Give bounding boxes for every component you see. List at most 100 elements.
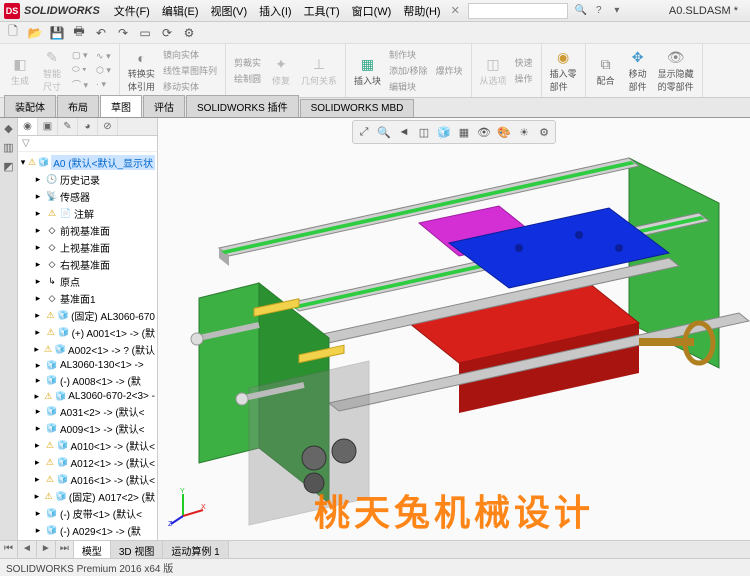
ribbon-insert-block[interactable]: ▦插入块 xyxy=(352,46,383,95)
tab-layout[interactable]: 布局 xyxy=(57,95,99,117)
tree-item[interactable]: ▸◇上视基准面 xyxy=(18,239,157,256)
bottom-tab-motion[interactable]: 运动算例 1 xyxy=(163,541,228,558)
ribbon-move-part[interactable]: ✥移动 部件 xyxy=(624,46,652,95)
menu-pin-icon[interactable]: ✕ xyxy=(451,4,460,17)
tab-sw-addins[interactable]: SOLIDWORKS 插件 xyxy=(186,95,299,117)
section-icon[interactable]: ◫ xyxy=(415,123,433,141)
tree-item[interactable]: ▸📡传感器 xyxy=(18,188,157,205)
redo-icon[interactable]: ↷ xyxy=(114,24,132,42)
tree-tab-strip: ◉ ▣ ✎ ◕ ⊘ xyxy=(18,118,157,136)
ribbon-make-block[interactable]: 制作块 xyxy=(387,47,430,62)
tree-item[interactable]: ▸⚠🧊AL3060-670-2<3> - xyxy=(18,389,157,403)
zoom-fit-icon[interactable]: ⤢ xyxy=(355,123,373,141)
tree-item[interactable]: ▸⚠🧊A016<1> -> (默认< xyxy=(18,471,157,488)
search-icon[interactable]: 🔍 xyxy=(574,4,588,18)
task-pane-strip: ◆ ▥ ◩ xyxy=(0,118,18,556)
zoom-area-icon[interactable]: 🔍 xyxy=(375,123,393,141)
ribbon-move: 移动实体 xyxy=(161,79,219,94)
tree-item[interactable]: ▸⚠🧊(固定) AL3060-670 xyxy=(18,307,157,324)
tree-item[interactable]: ▸🧊(-) A029<1> -> (默 xyxy=(18,522,157,539)
tree-tab-display-icon[interactable]: ◕ xyxy=(78,118,98,135)
tree-item[interactable]: ▸🧊A009<1> -> (默认< xyxy=(18,420,157,437)
new-icon[interactable]: 🗋 xyxy=(4,24,22,42)
open-icon[interactable]: 📂 xyxy=(26,24,44,42)
tree-item[interactable]: ▸⚠🧊A002<1> -> ? (默认 xyxy=(18,341,157,358)
ribbon-insert-part[interactable]: ◉插入零 部件 xyxy=(548,46,579,95)
bottom-tab-3dview[interactable]: 3D 视图 xyxy=(111,541,164,558)
print-icon[interactable]: 🖶 xyxy=(70,24,88,42)
tree-tab-property-icon[interactable]: ▣ xyxy=(38,118,58,135)
ribbon-mirror: 镜向实体 xyxy=(161,47,219,62)
tab-nav-prev-icon[interactable]: ◄ xyxy=(18,541,37,558)
3d-viewport[interactable]: ⤢ 🔍 ◄ ◫ 🧊 ▦ 👁 🎨 ☀ ⚙ xyxy=(158,118,750,556)
tree-item[interactable]: ▸◇前视基准面 xyxy=(18,222,157,239)
heads-up-toolbar: ⤢ 🔍 ◄ ◫ 🧊 ▦ 👁 🎨 ☀ ⚙ xyxy=(352,120,556,144)
search-input[interactable] xyxy=(468,3,568,19)
tree-item[interactable]: ▸⚠🧊A012<1> -> (默认< xyxy=(18,454,157,471)
dropdown-icon[interactable]: ▾ xyxy=(610,4,624,18)
ribbon-smart-dim: ✎智能 尺寸 xyxy=(38,46,66,95)
save-icon[interactable]: 💾 xyxy=(48,24,66,42)
tree-item[interactable]: ▸⚠🧊(+) A001<1> -> (默 xyxy=(18,324,157,341)
bottom-tab-model[interactable]: 模型 xyxy=(74,541,111,558)
app-logo-icon: DS xyxy=(4,3,20,19)
undo-icon[interactable]: ↶ xyxy=(92,24,110,42)
tab-nav-last-icon[interactable]: ⏭ xyxy=(56,541,74,558)
menu-tools[interactable]: 工具(T) xyxy=(298,3,346,19)
ribbon-from-option: ◫从选项 xyxy=(478,46,509,95)
tab-assembly[interactable]: 装配体 xyxy=(4,95,56,117)
menu-view[interactable]: 视图(V) xyxy=(205,3,254,19)
tab-nav-first-icon[interactable]: ⏮ xyxy=(0,541,18,558)
ribbon-add-remove[interactable]: 添加/移除 xyxy=(387,63,430,78)
menu-window[interactable]: 窗口(W) xyxy=(346,3,398,19)
menu-file[interactable]: 文件(F) xyxy=(108,3,156,19)
tab-nav-next-icon[interactable]: ► xyxy=(37,541,56,558)
tree-item[interactable]: ▸◇右视基准面 xyxy=(18,256,157,273)
ribbon-convert[interactable]: ◐转换实 体引用 xyxy=(126,46,157,95)
tree-item[interactable]: ▸⚠🧊(固定) A017<2> (默 xyxy=(18,488,157,505)
feature-tree[interactable]: ▾⚠🧊A0 (默认<默认_显示状 ▸🕓历史记录▸📡传感器▸⚠📄注解▸◇前视基准面… xyxy=(18,152,157,552)
svg-text:X: X xyxy=(201,504,206,511)
prev-view-icon[interactable]: ◄ xyxy=(395,123,413,141)
appearance-icon[interactable]: 🎨 xyxy=(495,123,513,141)
options-icon[interactable]: ⚙ xyxy=(180,24,198,42)
menu-help[interactable]: 帮助(H) xyxy=(397,3,446,19)
tree-item[interactable]: ▸🕓历史记录 xyxy=(18,171,157,188)
tree-item[interactable]: ▸🧊(-) A008<1> -> (默 xyxy=(18,372,157,389)
tree-filter[interactable]: ▽ xyxy=(18,136,157,152)
menu-insert[interactable]: 插入(I) xyxy=(253,3,297,19)
help-icon[interactable]: ? xyxy=(592,4,606,18)
view-settings-icon[interactable]: ⚙ xyxy=(535,123,553,141)
view-orient-icon[interactable]: 🧊 xyxy=(435,123,453,141)
tab-evaluate[interactable]: 评估 xyxy=(143,95,185,117)
tree-root[interactable]: ▾⚠🧊A0 (默认<默认_显示状 xyxy=(18,154,157,171)
display-style-icon[interactable]: ▦ xyxy=(455,123,473,141)
ribbon-circle: 绘制圆 xyxy=(232,71,263,86)
design-library-icon[interactable]: ▥ xyxy=(3,141,13,154)
scene-icon[interactable]: ☀ xyxy=(515,123,533,141)
workspace: ◆ ▥ ◩ ◉ ▣ ✎ ◕ ⊘ ▽ ▾⚠🧊A0 (默认<默认_显示状 ▸🕓历史记… xyxy=(0,118,750,556)
tree-tab-hide-icon[interactable]: ⊘ xyxy=(98,118,118,135)
tree-item[interactable]: ▸🧊AL3060-130<1> -> xyxy=(18,358,157,372)
tree-item[interactable]: ▸⚠📄注解 xyxy=(18,205,157,222)
tab-sketch[interactable]: 草图 xyxy=(100,95,142,117)
tree-item[interactable]: ▸↳原点 xyxy=(18,273,157,290)
tab-mbd[interactable]: SOLIDWORKS MBD xyxy=(300,99,415,117)
tree-item[interactable]: ▸⚠🧊A010<1> -> (默认< xyxy=(18,437,157,454)
sw-resources-icon[interactable]: ◆ xyxy=(4,122,12,135)
hide-show-icon[interactable]: 👁 xyxy=(475,123,493,141)
tree-item[interactable]: ▸🧊A031<2> -> (默认< xyxy=(18,403,157,420)
tree-tab-config-icon[interactable]: ✎ xyxy=(58,118,78,135)
menu-edit[interactable]: 编辑(E) xyxy=(156,3,205,19)
tree-item[interactable]: ▸🧊(-) 皮带<1> (默认< xyxy=(18,505,157,522)
ribbon-mate[interactable]: ⧉配合 xyxy=(592,46,620,95)
rebuild-icon[interactable]: ⟳ xyxy=(158,24,176,42)
tree-item[interactable]: ▸◇基准面1 xyxy=(18,290,157,307)
file-explorer-icon[interactable]: ◩ xyxy=(3,160,13,173)
select-icon[interactable]: ▭ xyxy=(136,24,154,42)
view-triad-icon[interactable]: Y X Z xyxy=(168,486,208,526)
ribbon-edit-block[interactable]: 编辑块 xyxy=(387,79,430,94)
ribbon-show-hide[interactable]: 👁显示隐藏 的零部件 xyxy=(656,46,696,95)
ribbon-explode-block[interactable]: 爆炸块 xyxy=(434,63,465,78)
tree-tab-feature-icon[interactable]: ◉ xyxy=(18,118,38,135)
